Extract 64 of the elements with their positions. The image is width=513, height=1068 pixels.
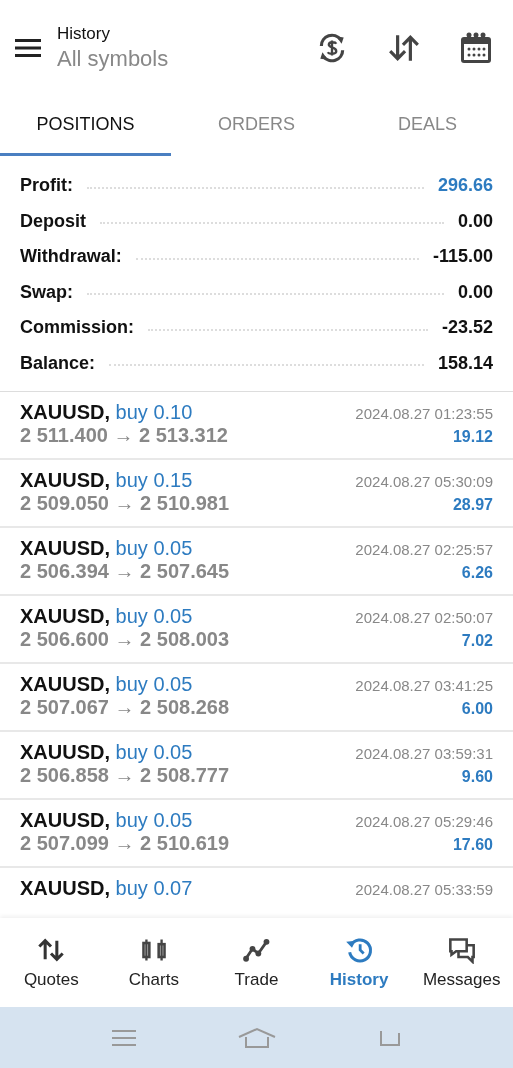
summary-label: Swap: [20,281,73,303]
deal-title: XAUUSD, buy 0.05 [20,605,193,628]
tab[interactable]: DEALS [342,96,513,156]
profit-value: 7.02 [461,632,493,650]
price-text: 2 506.394 → 2 507.645 [20,560,230,583]
time-text: 2024.08.27 02:25:57 [355,541,493,558]
position-row[interactable]: XAUUSD, buy 0.10 2024.08.27 01:23:55 2 511.400 → 2 513.312 19.12 [0,392,513,460]
deal-title: XAUUSD, buy 0.05 [20,809,193,832]
summary-label: Deposit [20,210,86,232]
deal-title: XAUUSD, buy 0.05 [20,537,193,560]
profit-value: 28.97 [452,496,493,514]
chat-bubbles-icon [447,935,476,964]
menu-icon[interactable] [15,38,41,58]
time-text: 2024.08.27 05:29:46 [355,813,493,830]
deal-title: XAUUSD, buy 0.15 [20,469,193,492]
position-row[interactable]: XAUUSD, buy 0.07 2024.08.27 05:33:59 [0,868,513,918]
tab[interactable]: ORDERS [171,96,342,156]
nav-tab[interactable]: Trade [205,935,308,990]
summary-value: 0.00 [457,281,493,303]
price-text: 2 507.067 → 2 508.268 [20,696,230,719]
summary-value: 0.00 [457,210,493,232]
calendar-icon[interactable] [459,31,493,65]
profit-value: 9.60 [461,768,493,786]
position-row[interactable]: XAUUSD, buy 0.05 2024.08.27 02:25:57 2 506.394 → 2 507.645 6.26 [0,528,513,596]
deal-title: XAUUSD, buy 0.05 [20,673,193,696]
time-text: 2024.08.27 03:41:25 [355,677,493,694]
summary-label: Commission: [20,317,134,339]
deal-title: XAUUSD, buy 0.07 [20,877,193,900]
nav-tab[interactable]: Quotes [0,935,103,990]
summary-label: Balance: [20,352,96,374]
profit-value: 19.12 [452,428,493,446]
symbol-filter[interactable]: All symbols [57,46,315,72]
nav-tab[interactable]: Charts [102,935,206,990]
position-row[interactable]: XAUUSD, buy 0.05 2024.08.27 05:29:46 2 507.099 → 2 510.619 17.60 [0,800,513,868]
price-text: 2 507.099 → 2 510.619 [20,832,230,855]
history-icon [345,935,374,964]
nav-tab[interactable]: Messages [410,935,513,990]
nav-tab[interactable]: History [307,935,411,990]
position-row[interactable]: XAUUSD, buy 0.05 2024.08.27 03:41:25 2 507.067 → 2 508.268 6.00 [0,664,513,732]
time-text: 2024.08.27 03:59:31 [355,745,493,762]
tab[interactable]: POSITIONS [0,96,171,156]
summary-value: 296.66 [437,175,493,197]
screen-title: History [57,24,111,44]
summary-label: Withdrawal: [20,246,122,268]
time-text: 2024.08.27 05:30:09 [355,473,493,490]
time-text: 2024.08.27 05:33:59 [355,881,493,898]
profit-value: 6.26 [461,564,493,582]
position-row[interactable]: XAUUSD, buy 0.05 2024.08.27 02:50:07 2 506.600 → 2 508.003 7.02 [0,596,513,664]
profit-value: 6.00 [461,700,493,718]
profit-value: 17.60 [452,836,493,854]
time-text: 2024.08.27 01:23:55 [355,405,493,422]
summary-label: Profit: [20,175,73,197]
position-row[interactable]: XAUUSD, buy 0.05 2024.08.27 03:59:31 2 506.858 → 2 508.777 9.60 [0,732,513,800]
summary-value: -115.00 [432,246,493,268]
price-text: 2 506.600 → 2 508.003 [20,628,230,651]
deal-title: XAUUSD, buy 0.10 [20,401,193,424]
price-text: 2 509.050 → 2 510.981 [20,492,230,515]
summary-value: -23.52 [441,317,493,339]
position-row[interactable]: XAUUSD, buy 0.15 2024.08.27 05:30:09 2 509.050 → 2 510.981 28.97 [0,460,513,528]
price-text: 2 511.400 → 2 513.312 [20,424,228,447]
deal-title: XAUUSD, buy 0.05 [20,741,193,764]
price-text: 2 506.858 → 2 508.777 [20,764,230,787]
summary-value: 158.14 [437,352,493,374]
time-text: 2024.08.27 02:50:07 [355,609,493,626]
